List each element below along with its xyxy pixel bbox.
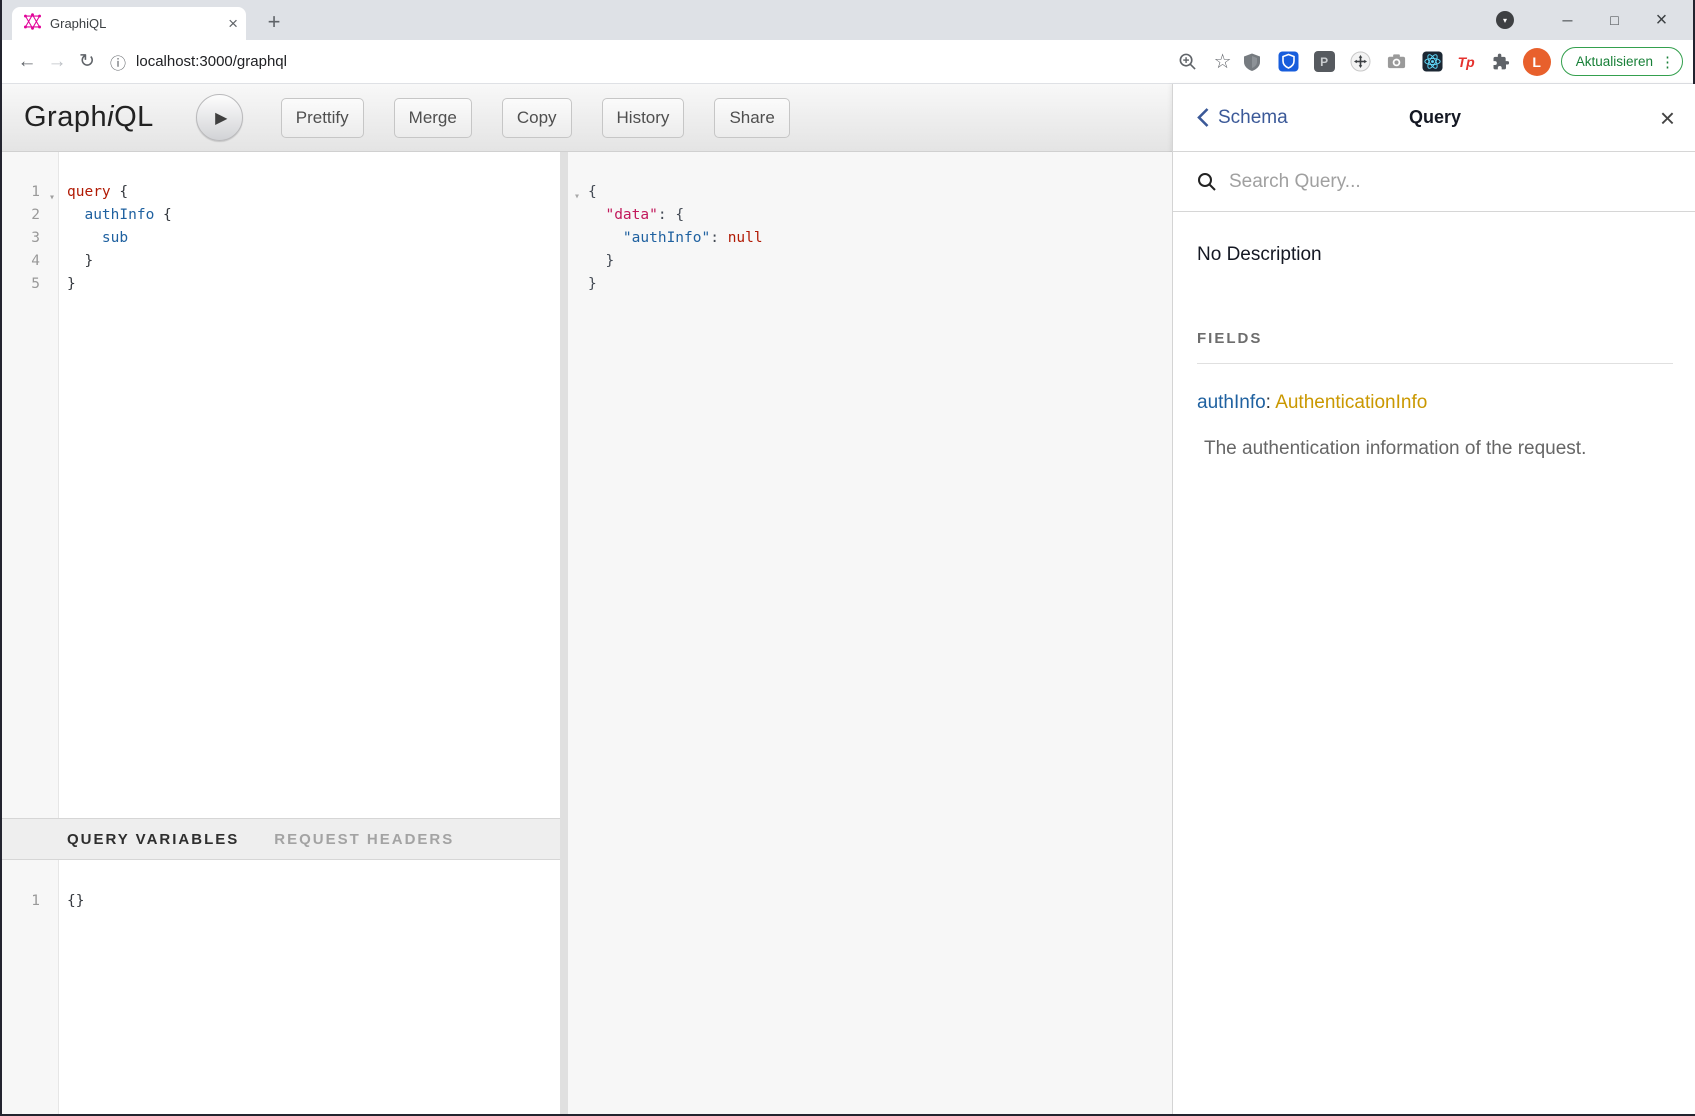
line-number: 1 <box>2 890 58 913</box>
code-line: } <box>588 250 1172 273</box>
page-info-icon[interactable]: ⓘ <box>110 50 126 74</box>
move-extension-icon[interactable] <box>1350 51 1371 72</box>
code-line: authInfo { <box>67 204 560 227</box>
query-editor[interactable]: 1 2 3 4 5 ▾ query { authInfo { sub } <box>2 152 560 818</box>
zoom-icon[interactable] <box>1177 51 1198 72</box>
code-line: { <box>588 181 1172 204</box>
execute-icon: ▶ <box>215 108 227 128</box>
window-hide-icon[interactable]: ▾ <box>1496 11 1514 29</box>
line-number: 3 <box>2 227 58 250</box>
update-button[interactable]: Aktualisieren ⋮ <box>1561 47 1683 76</box>
minimize-button[interactable]: ─ <box>1544 5 1591 35</box>
code-line: sub <box>67 227 560 250</box>
graphiql-toolbar-buttons: Prettify Merge Copy History Share <box>281 98 790 138</box>
code-line: "authInfo": null <box>588 227 1172 250</box>
graphiql-app: GraphiQL ▶ Prettify Merge Copy History S… <box>2 84 1693 1114</box>
query-editor-gutter: 1 2 3 4 5 ▾ <box>2 152 59 818</box>
fold-arrow-icon[interactable]: ▾ <box>574 185 580 208</box>
extension-icons: P Tp <box>1242 51 1511 72</box>
tab-request-headers[interactable]: REQUEST HEADERS <box>274 831 454 848</box>
copy-button[interactable]: Copy <box>502 98 572 138</box>
browser-menu-icon[interactable]: ⋮ <box>1660 53 1675 71</box>
query-code[interactable]: query { authInfo { sub } } <box>59 152 560 818</box>
p-extension-icon[interactable]: P <box>1314 51 1335 72</box>
workspace: 1 2 3 4 5 ▾ query { authInfo { sub } <box>2 152 1172 1114</box>
field-name-link[interactable]: authInfo <box>1197 392 1266 413</box>
code-line: } <box>588 273 1172 296</box>
doc-back-link[interactable]: Schema <box>1197 107 1288 129</box>
history-button[interactable]: History <box>602 98 685 138</box>
search-icon <box>1197 172 1217 192</box>
close-button[interactable]: × <box>1638 5 1685 35</box>
type-description: No Description <box>1197 244 1673 266</box>
graphql-favicon-icon <box>24 13 41 35</box>
doc-title: Query <box>1409 107 1461 128</box>
tampermonkey-icon[interactable]: Tp <box>1458 54 1475 70</box>
line-number: 5 <box>2 273 58 296</box>
browser-toolbar: ← → ↻ ⓘ localhost:3000/graphql ☆ P <box>2 40 1693 84</box>
code-line: } <box>67 273 560 296</box>
tab-close-icon[interactable]: × <box>228 15 238 32</box>
doc-body: No Description FIELDS authInfo: Authenti… <box>1173 212 1695 460</box>
doc-close-icon[interactable]: × <box>1660 105 1675 131</box>
field-row: authInfo: AuthenticationInfo <box>1197 392 1673 414</box>
code-line: {} <box>67 890 560 913</box>
editor-column: 1 2 3 4 5 ▾ query { authInfo { sub } <box>2 152 560 1114</box>
react-devtools-icon[interactable] <box>1422 51 1443 72</box>
graphiql-main: GraphiQL ▶ Prettify Merge Copy History S… <box>2 84 1172 1114</box>
url-text[interactable]: localhost:3000/graphql <box>136 53 287 70</box>
forward-button[interactable]: → <box>42 47 72 77</box>
tab-query-variables[interactable]: QUERY VARIABLES <box>67 831 239 848</box>
maximize-button[interactable]: □ <box>1591 5 1638 35</box>
code-line: "data": { <box>588 204 1172 227</box>
back-button[interactable]: ← <box>12 47 42 77</box>
window-controls: ▾ ─ □ × <box>1496 0 1685 40</box>
doc-search-input[interactable] <box>1229 171 1609 193</box>
code-line: query { <box>67 181 560 204</box>
bitwarden-shield-icon[interactable] <box>1278 51 1299 72</box>
chevron-left-icon <box>1197 107 1209 128</box>
variables-code[interactable]: {} <box>59 860 560 1114</box>
ublock-shield-icon[interactable] <box>1242 51 1263 72</box>
graphiql-topbar: GraphiQL ▶ Prettify Merge Copy History S… <box>2 84 1172 152</box>
graphiql-logo: GraphiQL <box>24 101 154 134</box>
fold-arrow-icon[interactable]: ▾ <box>49 186 55 209</box>
code-line: } <box>67 250 560 273</box>
result-viewer: ▾ { "data": { "authInfo": null } } <box>568 152 1172 1114</box>
fields-heading: FIELDS <box>1197 330 1673 364</box>
browser-titlebar: GraphiQL × + ▾ ─ □ × <box>2 0 1693 40</box>
address-bar[interactable]: ⓘ localhost:3000/graphql <box>110 50 1177 74</box>
browser-tab[interactable]: GraphiQL × <box>12 7 246 40</box>
doc-explorer-header: Schema Query × <box>1173 84 1695 152</box>
tab-title: GraphiQL <box>50 16 228 31</box>
doc-explorer: Schema Query × No Description FIELDS aut… <box>1172 84 1695 1114</box>
pane-resize-handle[interactable] <box>560 152 568 1114</box>
field-description: The authentication information of the re… <box>1197 438 1673 460</box>
new-tab-button[interactable]: + <box>260 8 288 36</box>
execute-button[interactable]: ▶ <box>196 94 243 141</box>
profile-avatar[interactable]: L <box>1523 48 1551 76</box>
browser-window: GraphiQL × + ▾ ─ □ × ← → ↻ ⓘ localhost:3… <box>0 0 1695 1116</box>
doc-back-label: Schema <box>1218 107 1288 129</box>
camera-extension-icon[interactable] <box>1386 51 1407 72</box>
extensions-puzzle-icon[interactable] <box>1490 51 1511 72</box>
line-number: 4 <box>2 250 58 273</box>
bookmark-star-icon[interactable]: ☆ <box>1214 49 1232 74</box>
variables-editor[interactable]: 1 {} <box>2 860 560 1114</box>
omnibox-icons: ☆ <box>1177 49 1232 74</box>
update-label: Aktualisieren <box>1576 54 1653 69</box>
reload-button[interactable]: ↻ <box>72 47 102 77</box>
variables-tab-bar: QUERY VARIABLES REQUEST HEADERS <box>2 818 560 860</box>
doc-search-row <box>1173 152 1695 212</box>
share-button[interactable]: Share <box>714 98 789 138</box>
merge-button[interactable]: Merge <box>394 98 472 138</box>
field-type-link[interactable]: AuthenticationInfo <box>1275 392 1427 413</box>
prettify-button[interactable]: Prettify <box>281 98 364 138</box>
variables-editor-gutter: 1 <box>2 860 59 1114</box>
